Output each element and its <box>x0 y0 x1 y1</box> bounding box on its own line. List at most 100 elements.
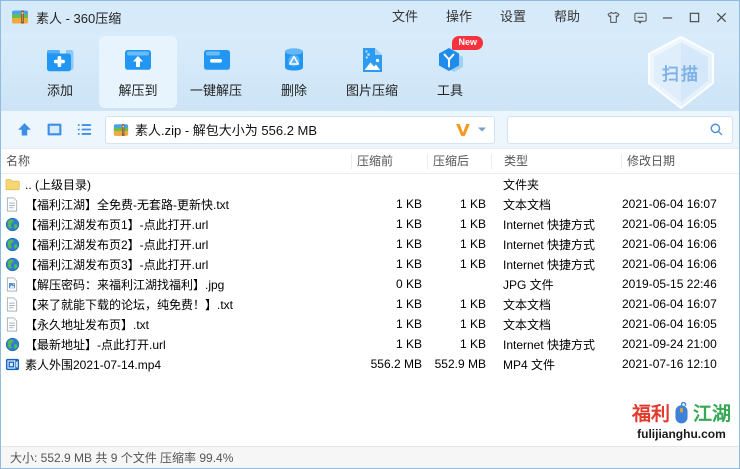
up-level-icon[interactable] <box>11 117 37 143</box>
image-file-icon <box>5 277 20 292</box>
file-type-cell: MP4 文件 <box>491 356 621 373</box>
date-modified-cell: 2021-06-04 16:05 <box>621 217 739 231</box>
size-before-cell: 1 KB <box>351 257 427 271</box>
status-bar: 大小: 552.9 MB 共 9 个文件 压缩率 99.4% <box>1 446 739 468</box>
header-type[interactable]: 类型 <box>491 154 621 169</box>
zip-file-icon <box>113 122 129 138</box>
header-name[interactable]: 名称 <box>1 154 351 169</box>
date-modified-cell: 2021-09-24 21:00 <box>621 337 739 351</box>
table-row[interactable]: 【福利江湖发布页2】-点此打开.url1 KB1 KBInternet 快捷方式… <box>1 234 739 254</box>
table-row[interactable]: 【福利江湖发布页1】-点此打开.url1 KB1 KBInternet 快捷方式… <box>1 214 739 234</box>
skin-icon[interactable] <box>600 1 627 33</box>
file-type-cell: Internet 快捷方式 <box>491 216 621 233</box>
search-input[interactable] <box>516 121 703 138</box>
file-table: 名称 压缩前 压缩后 类型 修改日期 .. (上级目录) 文件夹【福利江湖】全免费… <box>1 149 739 446</box>
size-before-cell: 1 KB <box>351 197 427 211</box>
file-name-cell: 素人外围2021-07-14.mp4 <box>1 356 351 373</box>
window-title: 素人 - 360压缩 <box>36 8 121 27</box>
table-row[interactable]: 素人外围2021-07-14.mp4556.2 MB552.9 MBMP4 文件… <box>1 354 739 374</box>
size-before-cell: 1 KB <box>351 337 427 351</box>
address-field[interactable]: 素人.zip - 解包大小为 556.2 MB <box>105 116 495 144</box>
file-name: 【来了就能下载的论坛，纯免费！】.txt <box>25 296 233 313</box>
close-button[interactable] <box>708 1 735 33</box>
feedback-icon[interactable] <box>627 1 654 33</box>
table-row[interactable]: 【解压密码：来福利江湖找福利】.jpg0 KBJPG 文件2019-05-15 … <box>1 274 739 294</box>
file-type-cell: 文本文档 <box>491 296 621 313</box>
file-type-cell: JPG 文件 <box>491 276 621 293</box>
search-box <box>507 116 733 144</box>
file-name: 【福利江湖发布页1】-点此打开.url <box>25 216 208 233</box>
size-before-cell: 1 KB <box>351 237 427 251</box>
table-row[interactable]: 【永久地址发布页】.txt1 KB1 KB文本文档2021-06-04 16:0… <box>1 314 739 334</box>
file-name: 【解压密码：来福利江湖找福利】.jpg <box>25 276 224 293</box>
file-list: .. (上级目录)文件夹【福利江湖】全免费-无套路-更新快.txt1 KB1 K… <box>1 174 739 374</box>
header-date[interactable]: 修改日期 <box>621 154 739 169</box>
image-compress-icon <box>356 45 388 75</box>
size-before-cell: 1 KB <box>351 297 427 311</box>
date-modified-cell: 2021-06-04 16:06 <box>621 237 739 251</box>
scan-button[interactable]: 扫描 <box>637 33 725 111</box>
toolbar-button-label: 工具 <box>437 80 463 99</box>
one-click-extract-button[interactable]: 一键解压 <box>177 36 255 108</box>
folder-add-icon <box>44 45 76 75</box>
maximize-button[interactable] <box>681 1 708 33</box>
table-row[interactable]: 【福利江湖】全免费-无套路-更新快.txt1 KB1 KB文本文档2021-06… <box>1 194 739 214</box>
minimize-button[interactable] <box>654 1 681 33</box>
search-icon[interactable] <box>709 122 724 137</box>
size-after-cell: 1 KB <box>427 197 491 211</box>
folder-icon <box>5 177 20 192</box>
file-type-cell: 文件夹 <box>491 176 621 193</box>
file-type-cell: 文本文档 <box>491 196 621 213</box>
file-name: 【福利江湖发布页2】-点此打开.url <box>25 236 208 253</box>
size-after-cell: 1 KB <box>427 257 491 271</box>
table-row[interactable]: .. (上级目录) 文件夹 <box>1 174 739 194</box>
preview-pane-icon[interactable] <box>41 117 67 143</box>
file-type-cell: Internet 快捷方式 <box>491 236 621 253</box>
date-modified-cell: 2021-06-04 16:07 <box>621 297 739 311</box>
size-before-cell: 1 KB <box>351 217 427 231</box>
new-badge: New <box>452 36 483 50</box>
image-compress-button[interactable]: 图片压缩 <box>333 36 411 108</box>
status-text: 大小: 552.9 MB 共 9 个文件 压缩率 99.4% <box>10 449 233 466</box>
table-row[interactable]: 【最新地址】-点此打开.url1 KB1 KBInternet 快捷方式2021… <box>1 334 739 354</box>
menu-help[interactable]: 帮助 <box>540 1 594 33</box>
address-dropdown-icon[interactable] <box>477 126 487 133</box>
menubar: 文件 操作 设置 帮助 <box>378 1 594 33</box>
add-button[interactable]: 添加 <box>21 36 99 108</box>
file-type-cell: Internet 快捷方式 <box>491 256 621 273</box>
date-modified-cell: 2019-05-15 22:46 <box>621 277 739 291</box>
file-name-cell: 【解压密码：来福利江湖找福利】.jpg <box>1 276 351 293</box>
delete-button[interactable]: 删除 <box>255 36 333 108</box>
date-modified-cell: 2021-06-04 16:06 <box>621 257 739 271</box>
file-name-cell: 【来了就能下载的论坛，纯免费！】.txt <box>1 296 351 313</box>
menu-operation[interactable]: 操作 <box>432 1 486 33</box>
file-name: 【永久地址发布页】.txt <box>25 316 149 333</box>
date-modified-cell: 2021-07-16 12:10 <box>621 357 739 371</box>
size-before-cell: 1 KB <box>351 317 427 331</box>
file-name: 素人外围2021-07-14.mp4 <box>25 356 161 373</box>
menu-settings[interactable]: 设置 <box>486 1 540 33</box>
window-controls <box>600 1 735 33</box>
menu-file[interactable]: 文件 <box>378 1 432 33</box>
tools-button[interactable]: New 工具 <box>411 36 489 108</box>
toolbar-button-label: 图片压缩 <box>346 80 398 99</box>
archive-app-icon <box>11 8 29 26</box>
date-modified-cell: 2021-06-04 16:07 <box>621 197 739 211</box>
extract-to-button[interactable]: 解压到 <box>99 36 177 108</box>
file-name-cell: .. (上级目录) <box>1 176 351 193</box>
file-name: 【最新地址】-点此打开.url <box>25 336 166 353</box>
v-logo-icon[interactable] <box>454 122 472 138</box>
header-size-after[interactable]: 压缩后 <box>427 154 491 169</box>
file-name: 【福利江湖】全免费-无套路-更新快.txt <box>25 196 229 213</box>
file-name-cell: 【福利江湖发布页3】-点此打开.url <box>1 256 351 273</box>
list-view-icon[interactable] <box>71 117 97 143</box>
file-name-cell: 【福利江湖】全免费-无套路-更新快.txt <box>1 196 351 213</box>
globe-icon <box>5 337 20 352</box>
table-row[interactable]: 【来了就能下载的论坛，纯免费！】.txt1 KB1 KB文本文档2021-06-… <box>1 294 739 314</box>
table-row[interactable]: 【福利江湖发布页3】-点此打开.url1 KB1 KBInternet 快捷方式… <box>1 254 739 274</box>
file-name-cell: 【福利江湖发布页1】-点此打开.url <box>1 216 351 233</box>
file-name-cell: 【福利江湖发布页2】-点此打开.url <box>1 236 351 253</box>
header-size-before[interactable]: 压缩前 <box>351 154 427 169</box>
file-name-cell: 【最新地址】-点此打开.url <box>1 336 351 353</box>
toolbar-button-label: 一键解压 <box>190 80 242 99</box>
